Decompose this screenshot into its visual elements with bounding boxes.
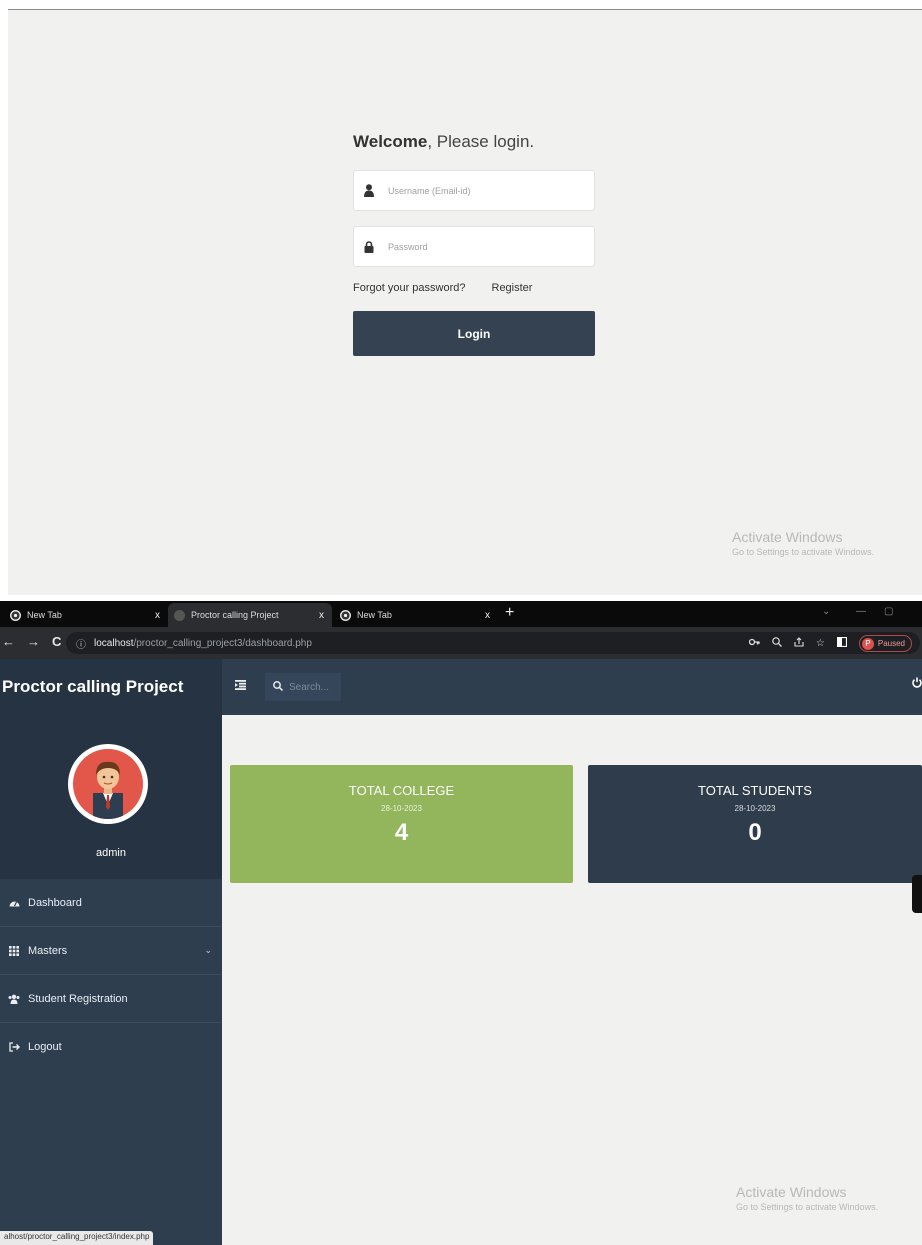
- sidebar-item-label: Student Registration: [28, 992, 128, 1005]
- welcome-rest-text: , Please login.: [427, 132, 535, 151]
- minimize-icon[interactable]: —: [856, 606, 866, 617]
- activate-windows-title: Activate Windows: [732, 529, 843, 545]
- user-avatar-icon: [73, 749, 143, 819]
- bookmark-star-icon[interactable]: ☆: [816, 638, 825, 649]
- grid-icon: [0, 945, 28, 956]
- user-name: admin: [96, 847, 126, 859]
- forward-icon[interactable]: →: [27, 634, 40, 649]
- register-link[interactable]: Register: [492, 282, 533, 294]
- login-screen: Welcome, Please login. Username (Email-i…: [8, 9, 922, 595]
- url-text: localhost/proctor_calling_project3/dashb…: [94, 638, 312, 649]
- login-links: Forgot your password? Register: [353, 282, 595, 294]
- nav-buttons: ← → C: [2, 634, 61, 649]
- reload-icon[interactable]: C: [52, 634, 61, 649]
- search-input[interactable]: Search...: [265, 673, 341, 701]
- activate-windows-subtitle: Go to Settings to activate Windows.: [736, 1202, 879, 1212]
- zoom-icon[interactable]: [772, 637, 782, 650]
- tab-label: New Tab: [357, 610, 392, 620]
- sidebar-item-masters[interactable]: Masters ⌄: [0, 927, 222, 975]
- users-icon: [0, 994, 28, 1004]
- card-value: 4: [394, 819, 409, 846]
- power-icon[interactable]: [912, 677, 922, 691]
- tab-bar: New Tab x Proctor calling Project x New …: [0, 601, 922, 627]
- activate-windows-watermark: Activate Windows Go to Settings to activ…: [736, 1184, 878, 1212]
- card-title: TOTAL STUDENTS: [698, 783, 812, 798]
- close-icon[interactable]: x: [485, 610, 490, 621]
- info-icon[interactable]: ⓘ: [76, 636, 86, 651]
- login-form: Welcome, Please login. Username (Email-i…: [353, 132, 595, 356]
- sidebar-item-dashboard[interactable]: Dashboard: [0, 879, 222, 927]
- app-header: Proctor calling Project Search...: [0, 659, 922, 715]
- profile-avatar: P: [861, 637, 874, 650]
- sidebar-item-label: Dashboard: [28, 896, 82, 909]
- status-bar-url: alhost/proctor_calling_project3/index.ph…: [0, 1231, 154, 1245]
- share-icon[interactable]: [794, 637, 804, 650]
- chevron-down-icon: ⌄: [204, 945, 212, 955]
- login-button[interactable]: Login: [353, 311, 595, 356]
- url-path: /proctor_calling_project3/dashboard.php: [133, 637, 312, 649]
- chrome-icon: [10, 609, 21, 621]
- key-icon[interactable]: [748, 638, 760, 649]
- card-date: 28-10-2023: [734, 804, 776, 813]
- total-college-card[interactable]: TOTAL COLLEGE 28-10-2023 4: [230, 765, 573, 883]
- brand-title[interactable]: Proctor calling Project: [0, 659, 222, 715]
- close-icon[interactable]: x: [319, 610, 324, 621]
- search-placeholder: Search...: [289, 681, 330, 693]
- side-panel-icon[interactable]: [836, 636, 847, 650]
- username-field[interactable]: Username (Email-id): [353, 170, 595, 211]
- card-value: 0: [748, 819, 762, 846]
- url-host: localhost: [94, 637, 134, 649]
- dashboard-content: TOTAL COLLEGE 28-10-2023 4 TOTAL STUDENT…: [222, 715, 922, 1245]
- username-placeholder: Username (Email-id): [388, 185, 471, 196]
- sidebar-item-logout[interactable]: Logout: [0, 1023, 222, 1071]
- total-students-card[interactable]: TOTAL STUDENTS 28-10-2023 0: [588, 765, 922, 883]
- login-title: Welcome, Please login.: [353, 132, 595, 152]
- activate-windows-subtitle: Go to Settings to activate Windows.: [732, 547, 875, 557]
- menu-toggle-icon[interactable]: [235, 679, 246, 693]
- card-title: TOTAL COLLEGE: [348, 783, 455, 798]
- address-bar: ← → C ⓘ localhost/proctor_calling_projec…: [0, 627, 922, 659]
- activate-windows-title: Activate Windows: [736, 1184, 847, 1200]
- settings-gear-tab[interactable]: [912, 875, 922, 913]
- sidebar: admin Dashboard Masters ⌄ Student Regist…: [0, 715, 222, 1245]
- search-icon: [273, 680, 284, 694]
- url-input[interactable]: ⓘ localhost/proctor_calling_project3/das…: [66, 632, 920, 654]
- close-icon[interactable]: x: [155, 610, 160, 621]
- forgot-password-link[interactable]: Forgot your password?: [353, 282, 466, 294]
- sidebar-item-label: Logout: [28, 1041, 62, 1053]
- new-tab-button[interactable]: +: [505, 604, 514, 622]
- chrome-icon: [340, 609, 351, 621]
- tab-proctor-calling[interactable]: Proctor calling Project x: [168, 603, 332, 627]
- password-field[interactable]: Password: [353, 226, 595, 267]
- tab-label: New Tab: [27, 610, 62, 620]
- lock-icon: [354, 240, 384, 253]
- welcome-bold-text: Welcome: [353, 132, 428, 151]
- tab-new-tab-2[interactable]: New Tab x: [334, 603, 498, 627]
- tab-search-icon[interactable]: ⌄: [822, 606, 830, 617]
- sidebar-item-label: Masters: [28, 944, 68, 957]
- browser-window: New Tab x Proctor calling Project x New …: [0, 601, 922, 1245]
- globe-icon: [174, 609, 185, 621]
- avatar: [68, 744, 148, 824]
- profile-status: Paused: [877, 639, 905, 648]
- user-profile: admin: [0, 715, 222, 879]
- tab-label: Proctor calling Project: [191, 610, 279, 620]
- user-icon: [354, 184, 384, 197]
- profile-paused-button[interactable]: P Paused: [858, 635, 912, 652]
- card-date: 28-10-2023: [381, 804, 422, 813]
- dashboard-icon: [0, 898, 28, 907]
- tab-new-tab-1[interactable]: New Tab x: [4, 603, 168, 627]
- activate-windows-watermark: Activate Windows Go to Settings to activ…: [732, 529, 874, 557]
- maximize-icon[interactable]: ▢: [884, 606, 893, 617]
- omnibox-actions: ☆ P Paused: [748, 635, 912, 652]
- back-icon[interactable]: ←: [2, 634, 15, 649]
- password-placeholder: Password: [388, 241, 428, 252]
- sidebar-item-student-registration[interactable]: Student Registration: [0, 975, 222, 1023]
- logout-icon: [0, 1042, 28, 1052]
